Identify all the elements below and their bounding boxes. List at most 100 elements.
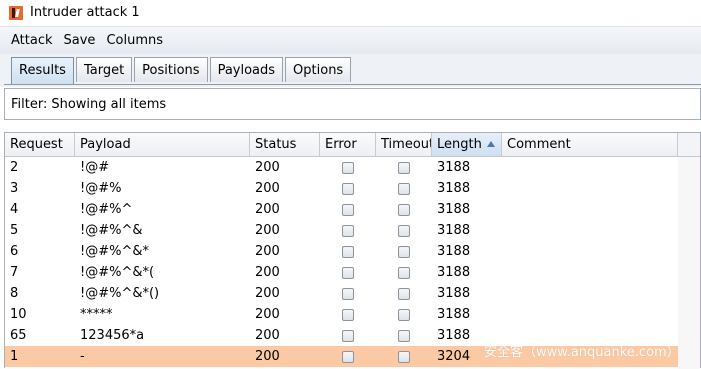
cell-length: 3188 [437, 160, 471, 175]
timeout-checkbox[interactable] [398, 182, 410, 195]
timeout-checkbox[interactable] [398, 350, 410, 363]
error-checkbox[interactable] [342, 308, 354, 321]
cell-payload: !@#%^&* [80, 244, 149, 259]
cell-request: 65 [10, 328, 27, 343]
cell-payload: - [80, 349, 85, 364]
cell-payload: !@#% [80, 181, 122, 196]
cell-payload: !@# [80, 160, 110, 175]
table-side-strip [678, 157, 700, 369]
column-header-length-label: Length [437, 137, 482, 152]
table-row[interactable]: 3 !@#% 200 3188 [5, 178, 678, 199]
column-header-error[interactable]: Error [320, 133, 376, 156]
cell-comment [502, 241, 678, 262]
error-cell [320, 262, 376, 283]
menu-attack[interactable]: Attack [6, 33, 58, 48]
timeout-checkbox[interactable] [398, 266, 410, 279]
error-cell [320, 325, 376, 346]
header-corner [678, 133, 700, 157]
timeout-cell [376, 325, 432, 346]
error-checkbox[interactable] [342, 287, 354, 300]
cell-request: 8 [10, 286, 19, 301]
tab-target[interactable]: Target [75, 57, 133, 82]
table-row[interactable]: 4 !@#%^ 200 3188 [5, 199, 678, 220]
cell-comment [502, 199, 678, 220]
error-cell [320, 199, 376, 220]
cell-payload: !@#%^&*() [80, 286, 160, 301]
cell-status: 200 [255, 223, 280, 238]
filter-bar[interactable]: Filter: Showing all items [4, 88, 701, 120]
cell-payload: !@#%^&*( [80, 265, 155, 280]
error-cell [320, 346, 376, 367]
tab-options[interactable]: Options [285, 57, 352, 82]
burp-app-icon [9, 5, 23, 20]
cell-length: 3188 [437, 202, 471, 217]
results-table: Request Payload Status Error Timeout Len… [4, 132, 701, 369]
timeout-cell [376, 220, 432, 241]
timeout-checkbox[interactable] [398, 329, 410, 342]
cell-length: 3188 [437, 223, 471, 238]
timeout-cell [376, 157, 432, 178]
error-checkbox[interactable] [342, 329, 354, 342]
cell-comment [502, 262, 678, 283]
error-checkbox[interactable] [342, 203, 354, 216]
error-cell [320, 304, 376, 325]
cell-comment [502, 304, 678, 325]
timeout-cell [376, 346, 432, 367]
cell-request: 6 [10, 244, 19, 259]
table-row[interactable]: 10 ***** 200 3188 [5, 304, 678, 325]
cell-request: 1 [10, 349, 19, 364]
menu-save[interactable]: Save [59, 33, 101, 48]
menu-bar: Attack Save Columns [0, 26, 701, 55]
tab-results[interactable]: Results [11, 57, 74, 84]
timeout-checkbox[interactable] [398, 287, 410, 300]
error-checkbox[interactable] [342, 266, 354, 279]
column-header-request[interactable]: Request [5, 133, 75, 156]
cell-status: 200 [255, 286, 280, 301]
cell-request: 10 [10, 307, 27, 322]
menu-columns[interactable]: Columns [101, 33, 168, 48]
error-checkbox[interactable] [342, 224, 354, 237]
cell-length: 3188 [437, 307, 471, 322]
cell-status: 200 [255, 307, 280, 322]
tab-positions[interactable]: Positions [134, 57, 208, 82]
timeout-checkbox[interactable] [398, 203, 410, 216]
cell-length: 3188 [437, 244, 471, 259]
error-cell [320, 241, 376, 262]
tab-payloads[interactable]: Payloads [209, 57, 284, 82]
error-checkbox[interactable] [342, 350, 354, 363]
cell-request: 7 [10, 265, 19, 280]
table-row[interactable]: 7 !@#%^&*(200 3188 [5, 262, 678, 283]
cell-status: 200 [255, 265, 280, 280]
cell-status: 200 [255, 244, 280, 259]
error-cell [320, 283, 376, 304]
cell-payload: !@#%^& [80, 223, 143, 238]
cell-comment [502, 220, 678, 241]
tab-divider [4, 84, 701, 85]
table-row[interactable]: 2 !@# 200 3188 [5, 157, 678, 178]
column-header-payload[interactable]: Payload [75, 133, 250, 156]
cell-payload: !@#%^ [80, 202, 133, 217]
cell-request: 4 [10, 202, 19, 217]
table-row[interactable]: 6 !@#%^&* 200 3188 [5, 241, 678, 262]
error-checkbox[interactable] [342, 182, 354, 195]
timeout-checkbox[interactable] [398, 245, 410, 258]
error-checkbox[interactable] [342, 161, 354, 174]
error-checkbox[interactable] [342, 245, 354, 258]
column-header-comment[interactable]: Comment [502, 133, 678, 156]
timeout-cell [376, 283, 432, 304]
table-row[interactable]: 8 !@#%^&*() 200 3188 [5, 283, 678, 304]
column-header-status[interactable]: Status [250, 133, 320, 156]
timeout-checkbox[interactable] [398, 224, 410, 237]
timeout-checkbox[interactable] [398, 308, 410, 321]
table-row[interactable]: 5 !@#%^& 200 3188 [5, 220, 678, 241]
timeout-checkbox[interactable] [398, 161, 410, 174]
error-cell [320, 178, 376, 199]
cell-request: 5 [10, 223, 19, 238]
cell-status: 200 [255, 349, 280, 364]
cell-request: 2 [10, 160, 19, 175]
table-header: Request Payload Status Error Timeout Len… [5, 133, 678, 157]
column-header-timeout[interactable]: Timeout [376, 133, 432, 156]
tab-strip: Results Target Positions Payloads Option… [11, 57, 353, 84]
column-header-length[interactable]: Length [432, 133, 502, 156]
cell-request: 3 [10, 181, 19, 196]
